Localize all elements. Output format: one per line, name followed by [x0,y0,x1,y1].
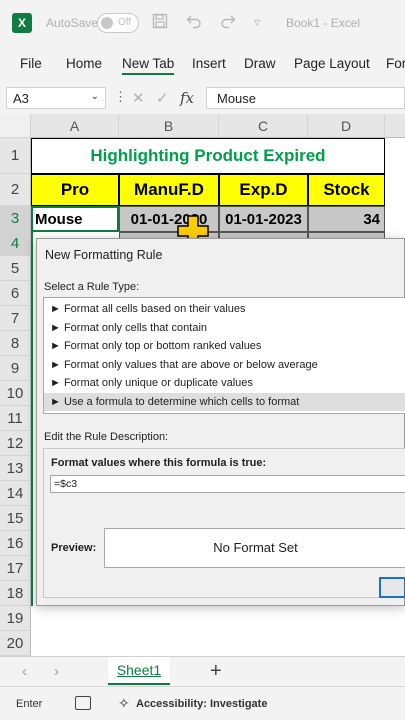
tab-file[interactable]: File [20,56,42,71]
dialog-title: New Formatting Rule [45,248,163,262]
row-header[interactable]: 13 [0,456,31,481]
chevron-down-icon[interactable]: ⌄ [91,91,99,102]
tab-insert[interactable]: Insert [192,56,226,71]
name-box-value: A3 [13,91,29,106]
row-header[interactable]: 19 [0,606,31,631]
row-header[interactable]: 2 [0,174,31,206]
row-header[interactable]: 12 [0,431,31,456]
row-header[interactable]: 10 [0,381,31,406]
redo-icon[interactable] [220,13,236,34]
name-box[interactable]: A3 ⌄ [6,87,106,109]
chevron-right-icon[interactable]: › [54,663,59,680]
cell-d3[interactable]: 34 [308,206,385,232]
sheet-tab-bar: ‹ › Sheet1 + [0,656,405,686]
formula-input[interactable]: Mouse [206,87,405,109]
row-header[interactable]: 3 [0,206,31,231]
tab-formulas[interactable]: For [386,56,405,71]
customize-qat-icon[interactable]: ▿ [254,15,260,29]
new-formatting-rule-dialog: New Formatting Rule Select a Rule Type: … [36,238,405,606]
ribbon-tabs: File Home New Tab Insert Draw Page Layou… [0,46,405,84]
row-header[interactable]: 11 [0,406,31,431]
select-all-corner[interactable] [0,114,31,138]
column-header-c[interactable]: C [219,114,308,138]
rule-option-use-formula[interactable]: ► Use a formula to determine which cells… [44,393,405,411]
header-cell-exp-date[interactable]: Exp.D [219,174,308,206]
row-header[interactable]: 7 [0,306,31,331]
row-header[interactable]: 15 [0,506,31,531]
rule-description-panel: Format values where this formula is true… [43,448,405,598]
tab-page-layout[interactable]: Page Layout [294,56,370,71]
insert-function-icon[interactable]: fx [180,89,194,107]
rule-type-list[interactable]: ► Format all cells based on their values… [43,297,405,414]
sheet-tab-label: Sheet1 [116,662,162,678]
row-header[interactable]: 4 [0,231,31,256]
excel-logo-icon: X [12,13,32,33]
row-header[interactable]: 16 [0,531,31,556]
row-header[interactable]: 8 [0,331,31,356]
sheet-tab-sheet1[interactable]: Sheet1 [108,657,170,685]
enter-icon[interactable]: ✓ [156,89,169,107]
toggle-knob [101,17,113,29]
title-bar: X AutoSave Off ▿ Book1 - Excel [0,0,405,46]
autosave-state: Off [118,17,132,28]
sheet-title-cell[interactable]: Highlighting Product Expired [31,138,385,174]
row-header[interactable]: 18 [0,581,31,606]
rule-option-above-below-average[interactable]: ► Format only values that are above or b… [44,356,405,374]
tab-draw[interactable]: Draw [244,56,276,71]
rule-option-all-cells[interactable]: ► Format all cells based on their values [44,300,405,318]
formula-bar: A3 ⌄ ⋮ ✕ ✓ fx Mouse [0,84,405,114]
add-sheet-button[interactable]: + [210,660,222,683]
column-header-b[interactable]: B [119,114,219,138]
formula-content: Mouse [217,91,257,106]
tab-new-tab[interactable]: New Tab [122,56,175,75]
preview-text: No Format Set [213,540,298,555]
cell-a3[interactable]: Mouse [31,206,119,232]
rule-formula-input[interactable]: =$c3 [50,475,405,493]
document-title: Book1 - Excel [286,16,361,30]
row-header[interactable]: 20 [0,631,31,656]
preview-label: Preview: [51,542,97,554]
edit-rule-description-label: Edit the Rule Description: [44,431,169,443]
more-options-icon[interactable]: ⋮ [114,89,127,105]
row-header[interactable]: 17 [0,556,31,581]
row-header[interactable]: 5 [0,256,31,281]
column-header-e[interactable] [385,114,405,138]
rule-formula-value: =$c3 [54,478,78,490]
save-icon[interactable] [152,13,168,34]
selection-border [31,206,33,606]
row-header[interactable]: 6 [0,281,31,306]
workbook-statistics-icon[interactable] [75,696,91,710]
cancel-icon[interactable]: ✕ [132,89,145,107]
autosave-label: AutoSave [46,16,99,30]
column-header-a[interactable]: A [31,114,119,138]
status-mode: Enter [16,698,43,710]
tab-home[interactable]: Home [66,56,102,71]
cell-c3[interactable]: 01-01-2023 [219,206,308,232]
rule-option-cells-contain[interactable]: ► Format only cells that contain [44,319,405,337]
column-header-d[interactable]: D [308,114,385,138]
ok-button[interactable] [379,577,405,598]
rule-option-top-bottom[interactable]: ► Format only top or bottom ranked value… [44,337,405,355]
chevron-left-icon[interactable]: ‹ [22,663,27,680]
accessibility-icon[interactable]: ✧ [118,695,130,712]
row-header[interactable]: 1 [0,138,31,174]
undo-icon[interactable] [186,13,202,34]
status-bar: Enter ✧ Accessibility: Investigate [0,686,405,720]
autosave-toggle[interactable]: Off [97,13,139,33]
header-cell-stock[interactable]: Stock [308,174,385,206]
select-rule-type-label: Select a Rule Type: [44,281,140,293]
accessibility-status[interactable]: Accessibility: Investigate [136,698,267,710]
row-header[interactable]: 9 [0,356,31,381]
rule-option-unique-duplicate[interactable]: ► Format only unique or duplicate values [44,374,405,392]
preview-box: No Format Set [104,528,405,568]
header-cell-product[interactable]: Pro [31,174,119,206]
row-header[interactable]: 14 [0,481,31,506]
format-values-label: Format values where this formula is true… [51,457,267,469]
header-cell-manuf-date[interactable]: ManuF.D [119,174,219,206]
